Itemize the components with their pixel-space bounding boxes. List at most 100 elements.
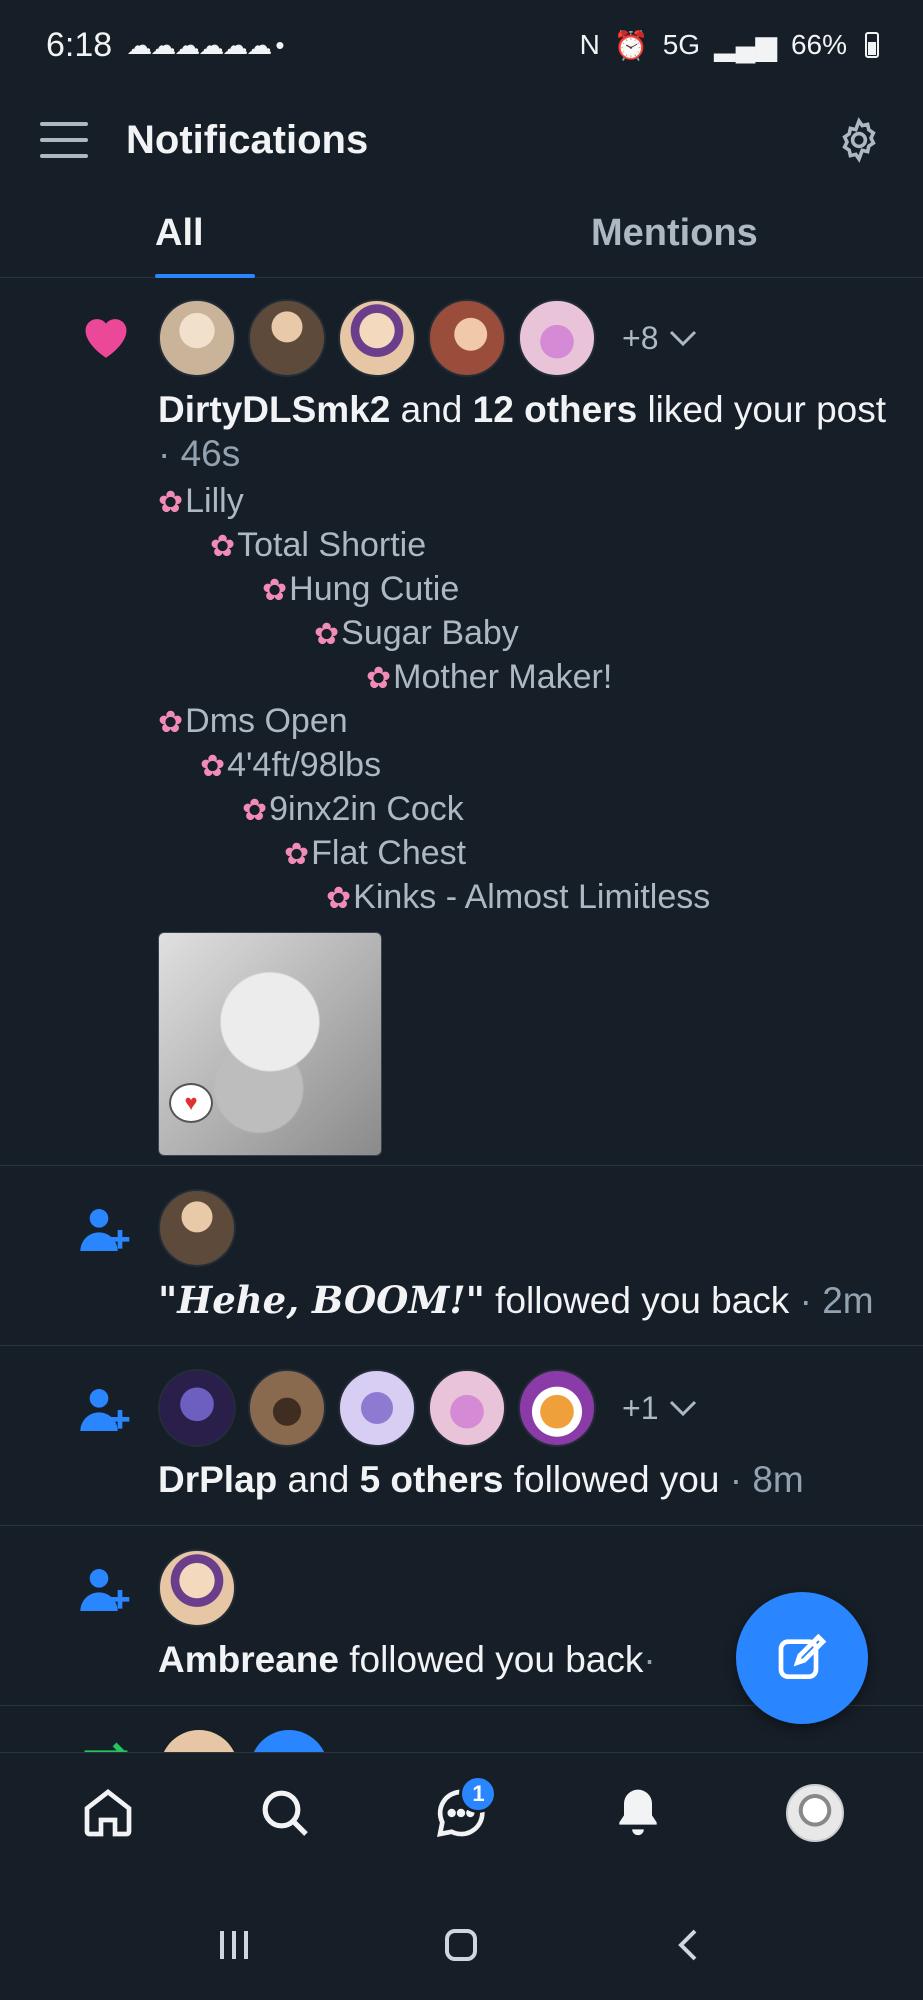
action-text: liked your post xyxy=(637,389,887,430)
bio-line-text: Sugar Baby xyxy=(341,614,519,652)
avatar[interactable] xyxy=(338,1369,416,1447)
action-text: followed you xyxy=(503,1459,720,1500)
tab-mentions[interactable]: Mentions xyxy=(487,190,923,277)
avatar[interactable] xyxy=(428,1369,506,1447)
avatar[interactable] xyxy=(250,1730,328,1752)
status-time: 6:18 xyxy=(46,25,113,64)
notification-item[interactable]: +1 DrPlap and 5 others followed you · 8m xyxy=(0,1346,923,1526)
network-label: 5G xyxy=(662,29,701,60)
notification-item[interactable]: "Hehe, BOOM!" followed you back · 2m xyxy=(0,1166,923,1346)
connector-text: and xyxy=(277,1459,360,1500)
home-button[interactable] xyxy=(431,1915,491,1975)
avatar-row: +8 xyxy=(158,298,893,378)
nav-notifications[interactable] xyxy=(598,1773,678,1853)
avatar[interactable] xyxy=(160,1730,238,1752)
status-notification-icons: ☁☁☁☁☁☁ • xyxy=(126,29,284,60)
time-separator: · xyxy=(719,1459,753,1500)
bio-line-text: Hung Cutie xyxy=(289,570,460,608)
flower-icon: ✿ xyxy=(262,574,288,607)
actor-name[interactable]: Ambreane xyxy=(158,1639,339,1680)
avatar[interactable] xyxy=(248,1369,326,1447)
compose-icon xyxy=(778,1633,827,1679)
avatar-row xyxy=(158,1188,893,1268)
bio-line-text: 9inx2in Cock xyxy=(269,790,464,828)
chevron-down-icon xyxy=(670,1400,697,1417)
nav-home[interactable] xyxy=(68,1773,148,1853)
gear-icon[interactable] xyxy=(835,116,883,164)
post-image-thumbnail[interactable]: ♥ xyxy=(158,932,382,1156)
avatar[interactable] xyxy=(338,299,416,377)
avatar[interactable] xyxy=(158,299,236,377)
others-count[interactable]: 5 others xyxy=(360,1459,504,1500)
post-text: ✿Lilly ✿Total Shortie ✿Hung Cutie ✿Sugar… xyxy=(158,480,893,920)
bio-line: ✿Hung Cutie xyxy=(158,568,893,612)
flower-icon: ✿ xyxy=(200,750,226,783)
avatar-row: +1 xyxy=(158,1368,893,1448)
battery-icon xyxy=(865,32,879,58)
search-icon xyxy=(262,1790,308,1836)
person-add-icon xyxy=(80,1209,130,1251)
action-text: followed you back xyxy=(338,1639,644,1680)
back-button[interactable] xyxy=(659,1915,719,1975)
alarm-icon: ⏰ xyxy=(613,29,649,61)
timestamp: 46s xyxy=(180,433,241,474)
bio-line: ✿Dms Open xyxy=(158,700,893,744)
flower-icon: ✿ xyxy=(326,882,352,915)
heart-icon xyxy=(85,319,127,358)
avatar[interactable] xyxy=(248,299,326,377)
flower-icon: ✿ xyxy=(366,662,392,695)
timestamp: 2m xyxy=(822,1280,874,1321)
timestamp: 8m xyxy=(752,1459,804,1500)
bio-line-text: Mother Maker! xyxy=(393,658,613,696)
recent-apps-button[interactable] xyxy=(204,1915,264,1975)
more-count: +1 xyxy=(622,1389,659,1426)
notification-text: "Hehe, BOOM!" followed you back · 2m xyxy=(158,1278,893,1323)
nav-messages[interactable]: 1 xyxy=(421,1773,501,1853)
profile-avatar xyxy=(785,1783,844,1842)
bottom-nav: 1 xyxy=(0,1752,923,1872)
avatar[interactable] xyxy=(518,1369,596,1447)
nav-profile[interactable] xyxy=(775,1773,855,1853)
flower-icon: ✿ xyxy=(210,530,236,563)
bio-line-text: 4'4ft/98lbs xyxy=(227,746,382,784)
actor-name[interactable]: "Hehe, BOOM!" xyxy=(158,1278,485,1322)
avatar[interactable] xyxy=(158,1549,236,1627)
notification-item[interactable]: +8 DirtyDLSmk2 and 12 others liked your … xyxy=(0,278,923,1166)
flower-icon: ✿ xyxy=(158,486,184,519)
flower-icon: ✿ xyxy=(314,618,340,651)
notification-text: DirtyDLSmk2 and 12 others liked your pos… xyxy=(158,388,893,476)
home-icon xyxy=(84,1788,132,1836)
others-count[interactable]: 12 others xyxy=(473,389,638,430)
page-title: Notifications xyxy=(126,117,369,162)
status-bar: 6:18 ☁☁☁☁☁☁ • N ⏰ 5G ▂▄▆ 66% xyxy=(0,0,923,90)
flower-icon: ✿ xyxy=(284,838,310,871)
bio-line: ✿9inx2in Cock xyxy=(158,788,893,832)
more-avatars-toggle[interactable]: +1 xyxy=(622,1390,698,1427)
action-text: followed you back xyxy=(484,1280,790,1321)
bell-icon xyxy=(619,1789,657,1835)
compose-button[interactable] xyxy=(736,1592,868,1724)
avatar[interactable] xyxy=(158,1369,236,1447)
avatar[interactable] xyxy=(158,1189,236,1267)
messages-badge: 1 xyxy=(459,1774,498,1813)
system-nav-bar xyxy=(0,1890,923,2000)
bio-line: ✿4'4ft/98lbs xyxy=(158,744,893,788)
chevron-down-icon xyxy=(670,330,697,347)
bio-line-text: Kinks - Almost Limitless xyxy=(353,878,711,916)
nav-search[interactable] xyxy=(245,1773,325,1853)
app-header: Notifications xyxy=(0,90,923,190)
tab-bar: All Mentions xyxy=(0,190,923,278)
actor-name[interactable]: DrPlap xyxy=(158,1459,277,1500)
avatar[interactable] xyxy=(518,299,596,377)
menu-icon[interactable] xyxy=(40,122,88,158)
heart-bubble-icon: ♥ xyxy=(169,1083,213,1123)
bio-line: ✿Total Shortie xyxy=(158,524,893,568)
actor-name[interactable]: DirtyDLSmk2 xyxy=(158,389,390,430)
more-count: +8 xyxy=(622,319,659,356)
person-add-icon xyxy=(80,1569,130,1611)
timestamp: · xyxy=(643,1639,656,1680)
avatar[interactable] xyxy=(428,299,506,377)
more-avatars-toggle[interactable]: +8 xyxy=(622,320,698,357)
tab-all[interactable]: All xyxy=(0,190,487,278)
battery-label: 66% xyxy=(790,29,847,60)
